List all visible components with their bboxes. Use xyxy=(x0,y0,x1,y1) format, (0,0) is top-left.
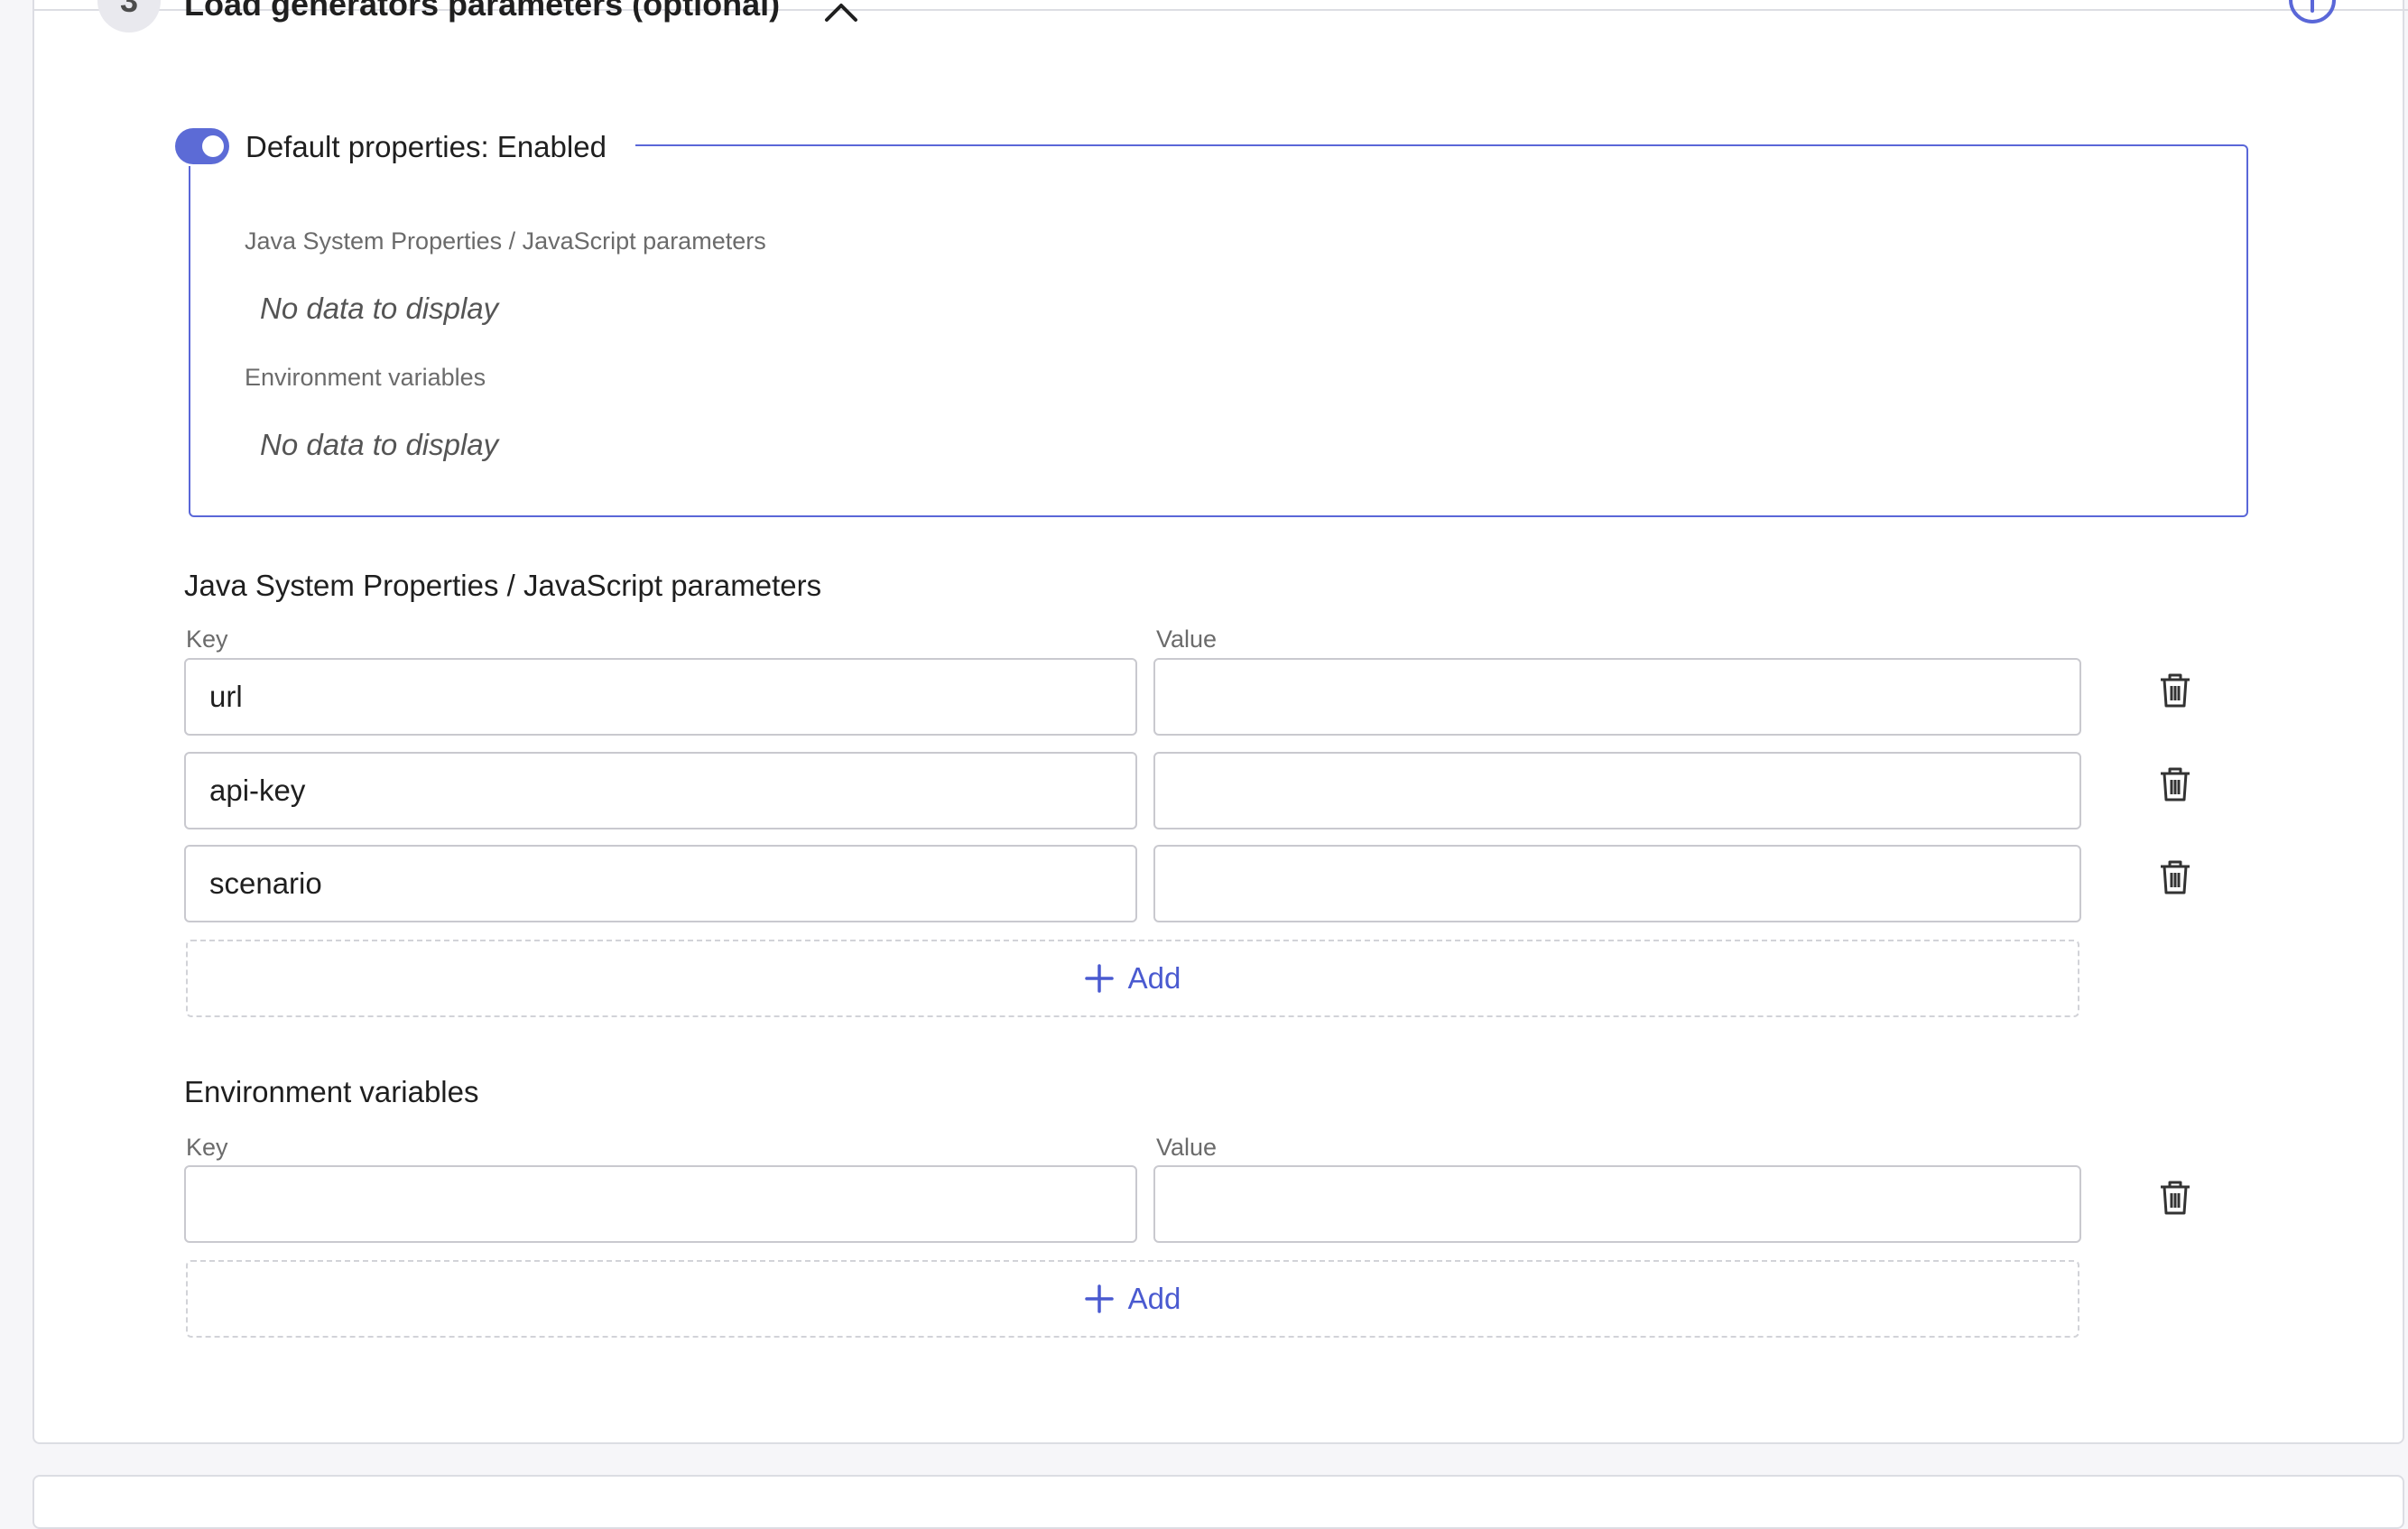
java-add-button[interactable]: Add xyxy=(186,940,2079,1017)
env-value-input-1[interactable] xyxy=(1153,1165,2081,1243)
trash-icon[interactable] xyxy=(2159,859,2191,895)
java-value-input-1[interactable] xyxy=(1153,658,2081,736)
default-env-empty: No data to display xyxy=(260,428,499,461)
plus-icon xyxy=(1084,1284,1114,1313)
java-value-input-2[interactable] xyxy=(1153,752,2081,829)
java-add-label: Add xyxy=(1127,961,1181,995)
trash-icon[interactable] xyxy=(2159,1180,2191,1216)
default-java-empty: No data to display xyxy=(260,292,499,325)
step-number: 3 xyxy=(119,0,139,19)
java-properties-title: Java System Properties / JavaScript para… xyxy=(184,569,822,602)
info-icon[interactable] xyxy=(2287,0,2338,34)
plus-icon xyxy=(1084,964,1114,993)
java-value-input-3[interactable] xyxy=(1153,845,2081,922)
env-add-button[interactable]: Add xyxy=(186,1260,2079,1338)
default-java-label: Java System Properties / JavaScript para… xyxy=(245,227,766,255)
java-value-column-label: Value xyxy=(1156,626,1218,653)
java-key-input-1[interactable] xyxy=(184,658,1137,736)
section-title: Load generators parameters (optional) xyxy=(184,0,781,23)
trash-icon[interactable] xyxy=(2159,672,2191,709)
env-add-label: Add xyxy=(1127,1282,1181,1315)
collapse-chevron-icon[interactable] xyxy=(823,0,859,25)
toggle-knob xyxy=(202,135,224,157)
java-key-input-3[interactable] xyxy=(184,845,1137,922)
env-key-column-label: Key xyxy=(186,1134,228,1161)
default-properties-label: Default properties: Enabled xyxy=(245,130,607,163)
java-key-column-label: Key xyxy=(186,626,228,653)
next-section-card xyxy=(32,1475,2404,1529)
env-value-column-label: Value xyxy=(1156,1134,1218,1161)
env-variables-title: Environment variables xyxy=(184,1075,479,1108)
env-key-input-1[interactable] xyxy=(184,1165,1137,1243)
default-env-label: Environment variables xyxy=(245,364,486,391)
java-key-input-2[interactable] xyxy=(184,752,1137,829)
trash-icon[interactable] xyxy=(2159,766,2191,802)
